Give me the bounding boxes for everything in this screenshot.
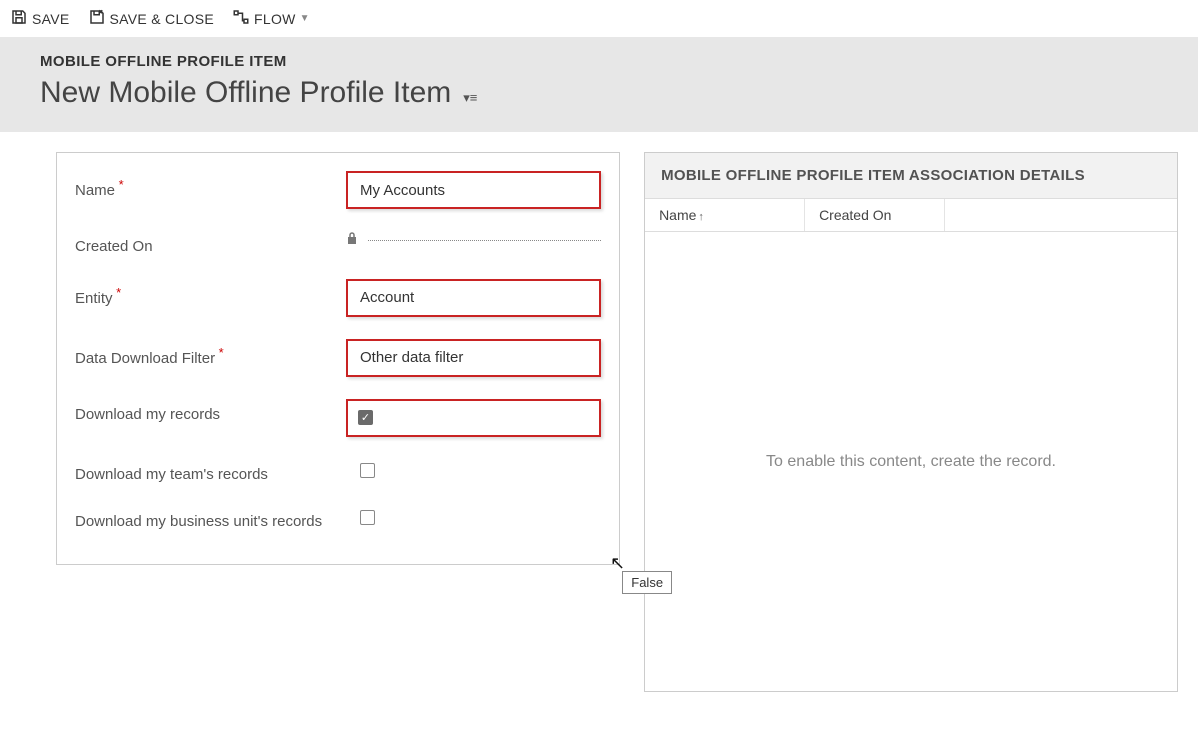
dl-bu-label: Download my business unit's records [75,506,330,532]
col-spacer [945,199,1177,231]
association-title: MOBILE OFFLINE PROFILE ITEM ASSOCIATION … [645,153,1177,199]
col-created-on[interactable]: Created On [805,199,945,231]
save-label: SAVE [32,11,70,27]
association-panel: MOBILE OFFLINE PROFILE ITEM ASSOCIATION … [644,152,1178,692]
sort-asc-icon: ↑ [698,211,704,223]
dashed-line [368,240,601,241]
chevron-down-icon: ▼ [300,13,310,24]
flow-label: FLOW [254,11,296,27]
dl-team-label: Download my team's records [75,459,330,485]
flow-button[interactable]: FLOW ▼ [232,8,310,29]
save-button[interactable]: SAVE [10,8,70,29]
toolbar: SAVE SAVE & CLOSE FLOW ▼ [0,0,1198,37]
entity-type-label: MOBILE OFFLINE PROFILE ITEM [40,53,1158,70]
save-close-icon [88,8,106,29]
dl-bu-checkbox[interactable] [360,510,375,525]
record-title: New Mobile Offline Profile Item [40,76,451,110]
save-close-label: SAVE & CLOSE [110,11,215,27]
lock-icon [346,231,358,250]
name-input[interactable]: My Accounts [346,171,601,209]
dl-my-label: Download my records [75,399,330,425]
col-name[interactable]: Name↑ [645,199,805,231]
created-on-value [346,231,601,250]
form-panel: Name * My Accounts Created On Entity * [56,152,620,565]
save-close-button[interactable]: SAVE & CLOSE [88,8,215,29]
save-icon [10,8,28,29]
association-empty: To enable this content, create the recor… [645,232,1177,691]
tooltip: False [622,571,672,594]
content-area: Name * My Accounts Created On Entity * [18,132,1198,712]
filter-label: Data Download Filter * [75,339,330,369]
entity-select[interactable]: Account [346,279,601,317]
name-label: Name * [75,171,330,201]
flow-icon [232,8,250,29]
association-columns: Name↑ Created On [645,199,1177,232]
dl-team-checkbox[interactable] [360,463,375,478]
created-on-label: Created On [75,231,330,257]
dl-my-checkbox-wrap: ✓ [346,399,601,437]
entity-label: Entity * [75,279,330,309]
record-title-menu[interactable]: ▾≡ [463,90,477,106]
dl-my-checkbox[interactable]: ✓ [358,410,373,425]
header-band: MOBILE OFFLINE PROFILE ITEM New Mobile O… [0,37,1198,132]
filter-select[interactable]: Other data filter [346,339,601,377]
